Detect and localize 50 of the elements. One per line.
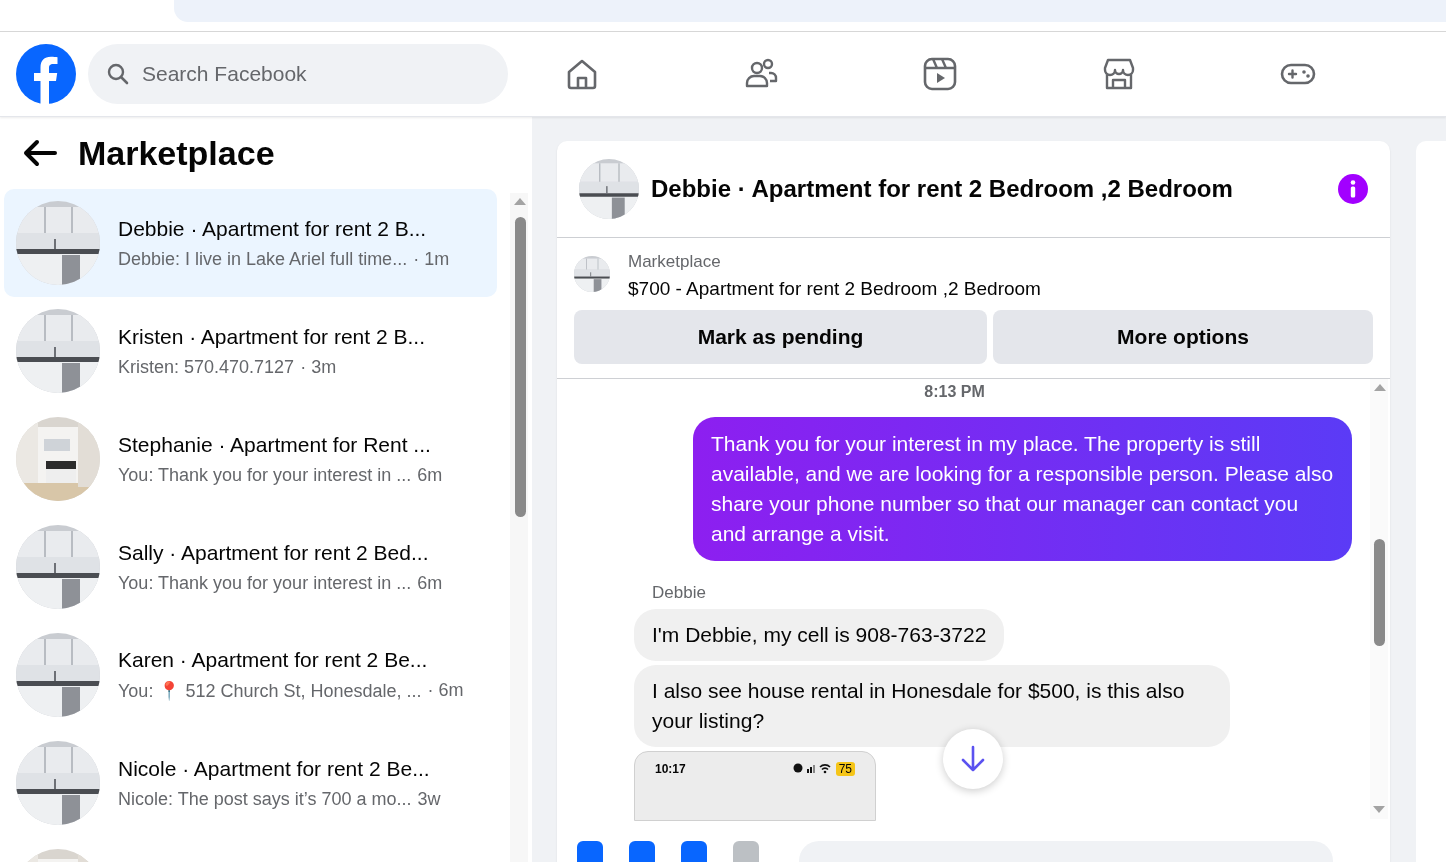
mark-pending-button[interactable]: Mark as pending [574,310,987,364]
message-time: 6m [417,572,443,594]
chat-title: Debbie · Apartment for rent 2 Bedroom ,2 Bedroom [651,175,1234,203]
conversation-item[interactable]: Debbie · Apartment for rent 2 B... Debbie: I live in Lake Ariel full time... · 1m [4,189,497,297]
search-icon [106,62,130,86]
down-arrow-icon [960,744,986,774]
back-arrow-icon[interactable] [22,139,58,167]
conversation-title: Nicole · Apartment for rent 2 Be... [118,756,431,781]
message-timestamp: 8:13 PM [923,383,986,401]
conversation-title: Stephanie · Apartment for Rent ... [118,432,432,457]
status-icons-drawing [792,762,831,774]
received-message: I also see house rental in Honesdale for $500, is this also your listing? [634,665,1230,747]
message-preview: Kristen: 570.470.7127 [118,356,295,378]
message-preview: You: Thank you for your interest in ... [118,464,412,486]
facebook-logo[interactable] [16,44,76,104]
conversation-title: Karen · Apartment for rent 2 Be... [118,648,429,672]
info-icon[interactable] [1338,174,1368,204]
conversation-item[interactable]: Stephanie · Apartment for Rent ... You: Thank you for your interest in ... 6m [4,405,497,513]
message-time: 3w [417,788,441,810]
message-time: · 1m [413,248,450,270]
scroll-down-button[interactable] [943,729,1003,789]
scrollbar[interactable] [510,193,528,862]
conversation-item[interactable]: Nicole · Apartment for rent 2 Be... Nicole: The post says it’s 700 a mo... 3w [4,729,497,837]
sent-message: Thank you for your interest in my place. The property is still available, and we are looking for a responsible person. Please also share your phone number so that our manager can contact you and arrange a visit. [693,417,1352,561]
conversation-item[interactable]: Kristen · Apartment for rent 2 B... Kristen: 570.470.7127 · 3m [4,297,497,405]
message-preview: Nicole: The post says it’s 700 a mo... [118,788,412,810]
conversation-title: Sally · Apartment for rent 2 Bed... [118,540,430,565]
received-message: I'm Debbie, my cell is 908-763-3722 [634,609,1005,661]
message-time: · 3m [300,356,337,378]
message-time: 6m [417,464,443,486]
more-options-button[interactable]: More options [993,310,1373,364]
conversation-title: Debbie · Apartment for rent 2 B... [118,216,428,241]
message-time: · 6m [427,680,464,702]
conversation-title: Kristen · Apartment for rent 2 B... [118,324,425,349]
battery-level: 75 [835,762,855,776]
video-icon[interactable] [922,56,958,92]
image-attachment[interactable]: 10:17 75 [634,751,876,821]
panel-title: Marketplace [78,133,275,173]
conversation-item[interactable]: Karen · Apartment for rent 2 Be... You: 📍 512 Church St, Honesdale, ... · 6m [4,621,497,729]
store-icon[interactable] [1101,56,1137,92]
scrollbar[interactable] [1370,379,1388,819]
message-preview: You: Thank you for your interest in ... [118,572,412,594]
search-field[interactable]: Search Facebook [88,44,508,104]
phone-clock: 10:17 [655,762,686,778]
listing-title[interactable]: $700 - Apartment for rent 2 Bedroom ,2 Bedroom [628,278,1041,300]
listing-source: Marketplace [628,252,722,272]
sender-name: Debbie [652,583,707,603]
conversation-item[interactable]: Sally · Apartment for rent 2 Bed... You: Thank you for your interest in ... 6m [4,513,497,621]
message-preview: Debbie: I live in Lake Ariel full time... [118,248,408,270]
message-preview: You: 📍 512 Church St, Honesdale, ... [118,680,422,702]
